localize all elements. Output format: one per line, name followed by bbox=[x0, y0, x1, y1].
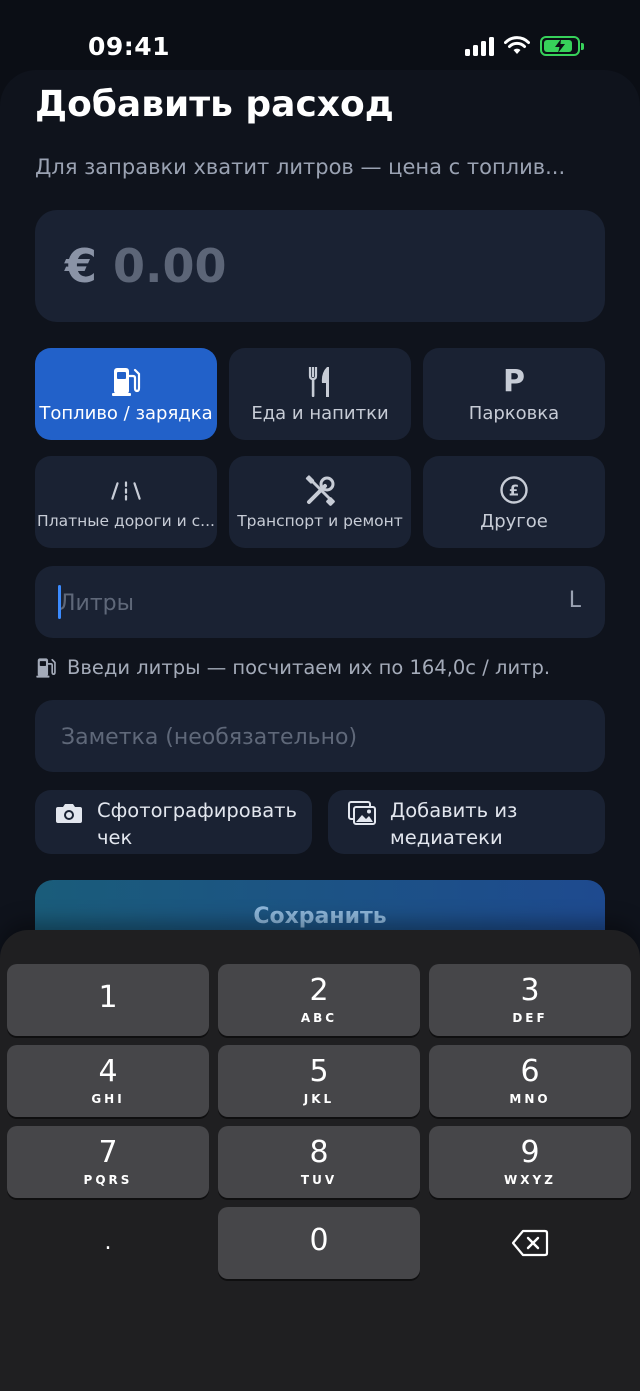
pound-coin-icon: £ bbox=[497, 473, 531, 507]
key-letters: ABC bbox=[300, 1011, 338, 1025]
key-digit: 7 bbox=[98, 1135, 118, 1170]
svg-text:£: £ bbox=[509, 481, 519, 499]
category-fuel[interactable]: Топливо / зарядка bbox=[35, 348, 217, 440]
category-parking[interactable]: P Парковка bbox=[423, 348, 605, 440]
key-digit: 1 bbox=[98, 980, 118, 1015]
charging-bolt-icon bbox=[555, 39, 565, 53]
key-1[interactable]: 1 bbox=[7, 964, 209, 1036]
fuel-hint-text: Введи литры — посчитаем их по 164,0c / л… bbox=[67, 656, 551, 679]
subtitle: Для заправки хватит литров — цена с топл… bbox=[35, 155, 566, 179]
key-digit: 3 bbox=[520, 973, 540, 1008]
key-digit: 4 bbox=[98, 1054, 118, 1089]
category-label: Платные дороги и с... bbox=[37, 512, 215, 530]
key-6[interactable]: 6 MNO bbox=[429, 1045, 631, 1117]
key-letters: PQRS bbox=[83, 1173, 133, 1187]
status-icons bbox=[465, 36, 584, 56]
backspace-icon bbox=[511, 1229, 549, 1257]
add-from-library-label: Добавить из медиатеки bbox=[390, 799, 518, 849]
key-2[interactable]: 2 ABC bbox=[218, 964, 420, 1036]
key-letters: GHI bbox=[91, 1092, 125, 1106]
liters-unit-label: L bbox=[568, 588, 581, 613]
category-other[interactable]: £ Другое bbox=[423, 456, 605, 548]
key-letters: WXYZ bbox=[504, 1173, 556, 1187]
numeric-keyboard: 1 2 ABC 3 DEF 4 GHI 5 JKL 6 MNO 7 PQRS 8 bbox=[0, 930, 640, 1391]
category-label: Парковка bbox=[468, 402, 560, 424]
key-digit: 9 bbox=[520, 1135, 540, 1170]
take-photo-label: Сфотографировать чек bbox=[97, 799, 298, 849]
key-5[interactable]: 5 JKL bbox=[218, 1045, 420, 1117]
liters-field[interactable]: L bbox=[35, 566, 605, 640]
key-9[interactable]: 9 WXYZ bbox=[429, 1126, 631, 1198]
key-digit: 8 bbox=[309, 1135, 329, 1170]
tools-icon bbox=[303, 474, 337, 508]
category-label: Другое bbox=[480, 510, 548, 532]
category-transport[interactable]: Транспорт и ремонт bbox=[229, 456, 411, 548]
key-digit: 5 bbox=[309, 1054, 329, 1089]
fork-knife-icon bbox=[303, 365, 337, 399]
battery-icon bbox=[540, 36, 584, 56]
key-0[interactable]: 0 bbox=[218, 1207, 420, 1279]
parking-glyph: P bbox=[503, 364, 525, 399]
key-decimal[interactable]: . bbox=[7, 1207, 209, 1279]
page-title: Добавить расход bbox=[35, 84, 394, 125]
key-4[interactable]: 4 GHI bbox=[7, 1045, 209, 1117]
text-caret bbox=[58, 585, 61, 619]
amount-field[interactable]: € 0.00 bbox=[35, 210, 605, 322]
fuel-pump-icon bbox=[36, 657, 56, 678]
category-toll-roads[interactable]: Платные дороги и с... bbox=[35, 456, 217, 548]
key-digit: 2 bbox=[309, 973, 329, 1008]
category-label: Еда и напитки bbox=[251, 402, 389, 424]
key-letters: TUV bbox=[300, 1173, 338, 1187]
currency-symbol: € bbox=[65, 239, 98, 293]
wifi-icon bbox=[504, 36, 530, 54]
note-field[interactable] bbox=[35, 700, 605, 774]
category-label: Транспорт и ремонт bbox=[237, 512, 403, 530]
key-3[interactable]: 3 DEF bbox=[429, 964, 631, 1036]
camera-icon bbox=[56, 804, 82, 823]
fuel-pump-icon bbox=[109, 365, 143, 399]
key-digit: . bbox=[104, 1230, 112, 1255]
note-input[interactable] bbox=[59, 700, 583, 774]
toll-road-icon bbox=[109, 474, 143, 508]
key-7[interactable]: 7 PQRS bbox=[7, 1126, 209, 1198]
take-photo-button[interactable]: Сфотографировать чек bbox=[35, 790, 312, 854]
fuel-hint: Введи литры — посчитаем их по 164,0c / л… bbox=[35, 656, 550, 679]
category-label: Топливо / зарядка bbox=[39, 402, 213, 424]
add-from-library-button[interactable]: Добавить из медиатеки bbox=[328, 790, 605, 854]
status-time: 09:41 bbox=[88, 32, 171, 61]
liters-input[interactable] bbox=[57, 566, 521, 640]
key-letters: MNO bbox=[509, 1092, 551, 1106]
screen: 09:41 Добавить расход Для заправки хвати… bbox=[0, 0, 640, 1391]
cellular-signal-icon bbox=[465, 36, 494, 56]
amount-value: 0.00 bbox=[113, 239, 227, 293]
category-food[interactable]: Еда и напитки bbox=[229, 348, 411, 440]
parking-icon: P bbox=[497, 364, 531, 399]
key-8[interactable]: 8 TUV bbox=[218, 1126, 420, 1198]
key-letters: DEF bbox=[512, 1011, 548, 1025]
key-digit: 6 bbox=[520, 1054, 540, 1089]
key-letters: JKL bbox=[303, 1092, 335, 1106]
key-digit: 0 bbox=[309, 1223, 329, 1258]
key-backspace[interactable] bbox=[429, 1207, 631, 1279]
photo-library-icon bbox=[348, 801, 376, 825]
